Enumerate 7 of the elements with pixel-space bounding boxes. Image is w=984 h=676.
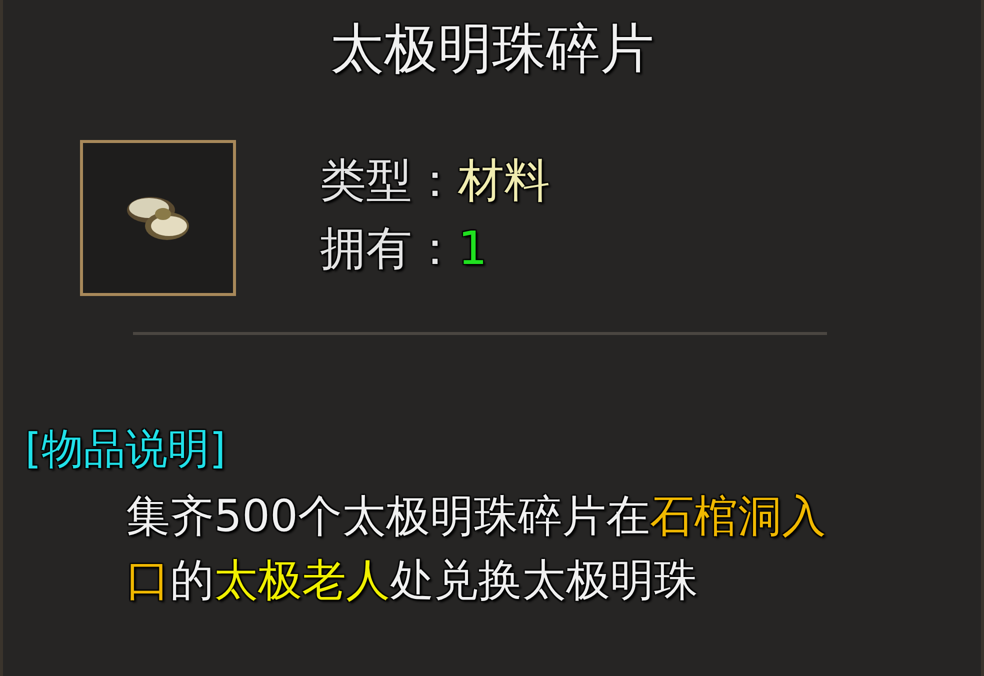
attribute-label: 拥有：: [320, 220, 458, 277]
item-description: 集齐500个太极明珠碎片在石棺洞入口 的太极老人处兑换太极明珠: [126, 490, 827, 608]
item-title: 太极明珠碎片: [330, 16, 654, 82]
attribute-value: 材料: [458, 152, 550, 209]
attribute-value: 1: [458, 220, 488, 277]
section-header: [物品说明]: [25, 423, 226, 475]
attribute-label: 类型：: [320, 152, 458, 209]
